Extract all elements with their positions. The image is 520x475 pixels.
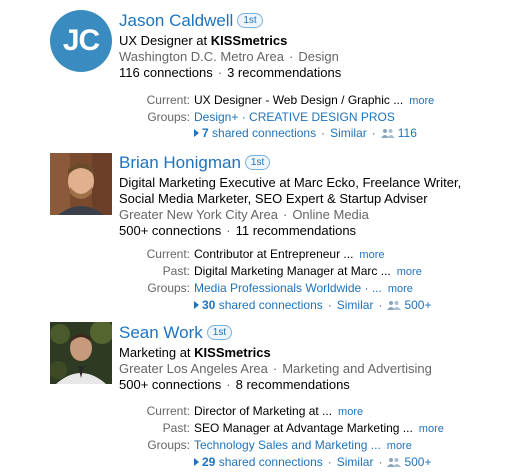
degree-badge: 1st	[237, 13, 263, 28]
groups-row: Groups: Technology Sales and Marketing ..…	[147, 438, 412, 452]
avatar[interactable]: JC	[50, 10, 112, 72]
similar-link[interactable]: Similar	[330, 126, 367, 140]
shared-connections-link[interactable]: 29 shared connections	[202, 455, 323, 469]
more-link[interactable]: more	[409, 95, 434, 107]
headline-line-2: Social Media Marketer, SEO Expert & Star…	[119, 191, 428, 206]
similar-link[interactable]: Similar	[337, 455, 374, 469]
more-link[interactable]: more	[397, 266, 422, 278]
triangle-right-icon[interactable]	[194, 458, 199, 466]
location-industry: Greater Los Angeles Area · Marketing and A…	[119, 361, 432, 376]
headline: UX Designer at KISSmetrics	[119, 33, 288, 48]
current-row: Current: Director of Marketing at ... more	[146, 404, 364, 418]
avatar[interactable]	[50, 153, 112, 215]
profile-name[interactable]: Sean Work	[119, 323, 203, 342]
people-count[interactable]: 116	[398, 126, 417, 140]
people-icon	[387, 458, 402, 467]
degree-badge: 1st	[244, 155, 271, 170]
people-count[interactable]: 500+	[404, 298, 431, 312]
current-row: Current: Contributor at Entrepreneur ... m…	[146, 247, 385, 261]
headline: Marketing at KISSmetrics	[119, 345, 271, 360]
groups-row: Groups: Design+ · CREATIVE DESIGN PROS	[147, 110, 395, 124]
profile-name[interactable]: Brian Honigman	[119, 153, 241, 172]
result-details: Current: Director of Marketing at ... more…	[140, 403, 520, 470]
more-link[interactable]: more	[387, 440, 412, 452]
similar-link[interactable]: Similar	[337, 298, 374, 312]
shared-connections-link[interactable]: 7 shared connections	[202, 126, 316, 140]
avatar[interactable]	[50, 322, 112, 384]
people-count[interactable]: 500+	[404, 455, 431, 469]
triangle-right-icon[interactable]	[194, 129, 199, 137]
triangle-right-icon[interactable]	[194, 301, 199, 309]
avatar-photo	[50, 153, 112, 215]
result-details: Current: UX Designer - Web Design / Graph…	[140, 92, 520, 141]
more-link[interactable]: more	[338, 406, 363, 418]
connection-stats: 116 connections · 3 recommendations	[119, 65, 342, 80]
result-header: Sean Work 1st Marketing at KISSmetrics Gr…	[119, 322, 432, 393]
shared-connections-link[interactable]: 30 shared connections	[202, 298, 323, 312]
profile-name[interactable]: Jason Caldwell	[119, 11, 233, 30]
past-row: Past: SEO Manager at Advantage Marketing …	[162, 421, 444, 435]
headline-line-1: Digital Marketing Executive at Marc Ecko…	[119, 175, 462, 190]
result-details: Current: Contributor at Entrepreneur ... m…	[140, 246, 520, 313]
people-icon	[387, 301, 402, 310]
shared-row: 29 shared connections · Similar · 500+	[140, 454, 520, 470]
degree-badge: 1st	[206, 325, 233, 340]
location-industry: Greater New York City Area · Online Media	[119, 207, 369, 222]
groups-row: Groups: Media Professionals Worldwide · .…	[147, 281, 413, 295]
connection-stats: 500+ connections · 8 recommendations	[119, 377, 350, 392]
more-link[interactable]: more	[388, 283, 413, 295]
location-industry: Washington D.C. Metro Area · Design	[119, 49, 339, 64]
avatar-initials: JC	[62, 24, 100, 57]
people-icon	[380, 129, 395, 138]
more-link[interactable]: more	[359, 249, 384, 261]
more-link[interactable]: more	[419, 423, 444, 435]
result-header: Brian Honigman 1st Digital Marketing Exec…	[119, 152, 461, 239]
past-row: Past: Digital Marketing Manager at Marc .…	[162, 264, 422, 278]
shared-row: 30 shared connections · Similar · 500+	[140, 297, 520, 313]
shared-row: 7 shared connections · Similar · 116	[140, 125, 520, 141]
avatar-photo	[50, 322, 112, 384]
result-header: Jason Caldwell 1st UX Designer at KISSmet…	[119, 10, 341, 81]
current-row: Current: UX Designer - Web Design / Graph…	[146, 93, 435, 107]
connection-stats: 500+ connections · 11 recommendations	[119, 223, 357, 238]
